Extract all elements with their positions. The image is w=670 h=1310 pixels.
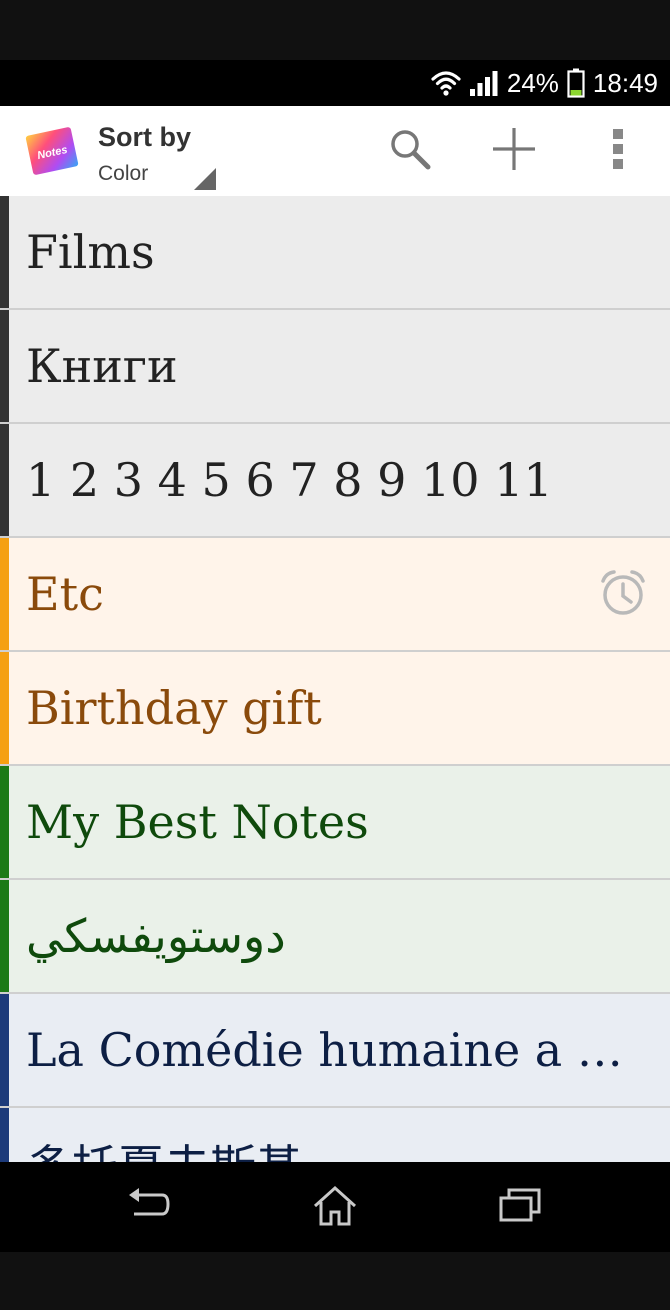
home-button[interactable]: [305, 1180, 365, 1236]
search-icon: [388, 127, 432, 175]
note-color-bar: [0, 880, 9, 992]
notes-list[interactable]: Films Книги 1 2 3 4 5 6 7 8 9 10 11 Etc Birt…: [0, 196, 670, 1162]
note-title: Films: [26, 225, 155, 279]
note-row[interactable]: 多托夏夫斯基: [0, 1108, 670, 1162]
battery-percent: 24%: [506, 67, 559, 98]
action-bar: Notes Sort by Color: [0, 106, 670, 197]
note-row[interactable]: My Best Notes: [0, 766, 670, 880]
note-title: La Comédie humaine a ét...: [26, 1023, 636, 1077]
sort-value: Color: [98, 162, 149, 185]
clock: 18:49: [592, 67, 658, 98]
recent-apps-button[interactable]: [490, 1180, 550, 1236]
sort-spinner[interactable]: Sort by Color: [98, 120, 228, 190]
note-title: دوستويفسكي: [26, 909, 286, 963]
overflow-menu-icon: [611, 127, 625, 175]
note-title: 多托夏夫斯基: [26, 1131, 302, 1162]
overflow-menu-button[interactable]: [588, 121, 648, 181]
note-color-bar: [0, 424, 9, 536]
sort-title: Sort by: [98, 122, 192, 152]
note-title: Etc: [26, 567, 104, 621]
note-color-bar: [0, 652, 9, 764]
note-color-bar: [0, 310, 9, 422]
screen: 24% 18:49 Notes Sort by Color Films Книг…: [0, 0, 670, 1310]
note-row[interactable]: Etc: [0, 538, 670, 652]
bottom-frame: [0, 1252, 670, 1310]
note-row[interactable]: Films: [0, 196, 670, 310]
note-row[interactable]: Birthday gift: [0, 652, 670, 766]
add-icon: [490, 125, 538, 177]
wifi-icon: [431, 69, 461, 97]
note-row[interactable]: La Comédie humaine a ét...: [0, 994, 670, 1108]
note-color-bar: [0, 196, 9, 308]
search-button[interactable]: [380, 121, 440, 181]
back-button[interactable]: [118, 1180, 178, 1236]
note-color-bar: [0, 538, 9, 650]
note-row[interactable]: دوستويفسكي: [0, 880, 670, 994]
status-bar: 24% 18:49: [0, 60, 670, 106]
top-frame: [0, 0, 670, 60]
signal-icon: [469, 69, 499, 97]
back-icon: [124, 1186, 172, 1230]
add-note-button[interactable]: [484, 121, 544, 181]
note-color-bar: [0, 994, 9, 1106]
note-title: Birthday gift: [26, 681, 322, 735]
note-color-bar: [0, 1108, 9, 1162]
navigation-bar: [0, 1162, 670, 1252]
recent-apps-icon: [496, 1186, 544, 1230]
home-icon: [311, 1184, 359, 1232]
note-title: My Best Notes: [26, 795, 369, 849]
note-title: 1 2 3 4 5 6 7 8 9 10 11: [26, 453, 553, 507]
note-row[interactable]: 1 2 3 4 5 6 7 8 9 10 11: [0, 424, 670, 538]
note-title: Книги: [26, 339, 178, 393]
battery-icon: [567, 68, 585, 98]
spinner-triangle-icon: [194, 168, 216, 190]
alarm-clock-icon: [598, 568, 648, 618]
note-color-bar: [0, 766, 9, 878]
notes-app-icon[interactable]: Notes: [24, 126, 80, 176]
note-row[interactable]: Книги: [0, 310, 670, 424]
